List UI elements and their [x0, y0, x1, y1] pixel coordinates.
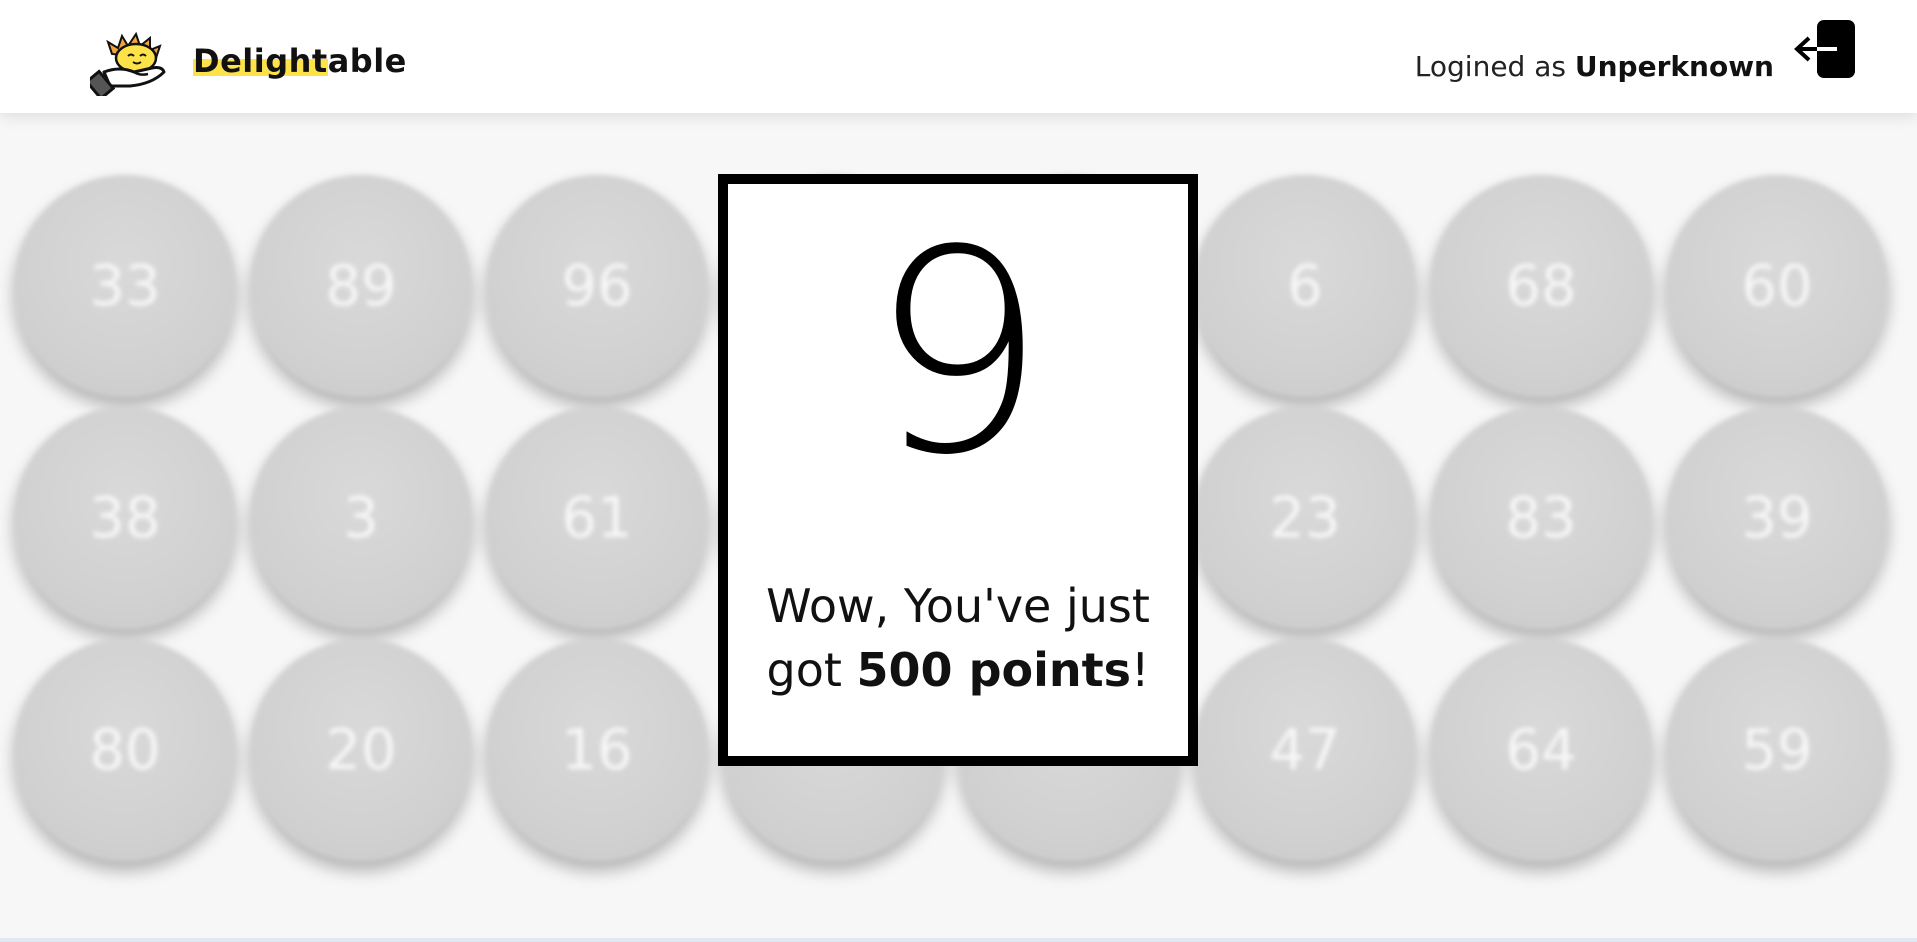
brand-name-highlight: Delight	[193, 42, 328, 80]
points-message: Wow, You've just got 500 points!	[728, 574, 1188, 702]
drawn-number: 9	[868, 191, 1048, 517]
bottom-divider	[0, 938, 1917, 942]
number-ball[interactable]: 68	[1430, 175, 1652, 397]
number-ball[interactable]: 61	[486, 407, 708, 629]
number-ball[interactable]: 80	[14, 639, 236, 861]
number-ball[interactable]: 38	[14, 407, 236, 629]
number-ball[interactable]: 96	[486, 175, 708, 397]
result-modal: 9 Wow, You've just got 500 points!	[718, 174, 1198, 766]
number-ball[interactable]: 60	[1666, 175, 1888, 397]
sun-hand-logo-icon	[90, 31, 166, 96]
number-ball[interactable]: 89	[250, 175, 472, 397]
number-ball[interactable]: 6	[1194, 175, 1416, 397]
number-ball[interactable]: 33	[14, 175, 236, 397]
number-ball[interactable]: 59	[1666, 639, 1888, 861]
number-ball[interactable]: 83	[1430, 407, 1652, 629]
logout-arrow-icon[interactable]	[1793, 18, 1857, 80]
number-ball[interactable]: 47	[1194, 639, 1416, 861]
brand-name[interactable]: Delightable	[193, 42, 407, 80]
number-ball[interactable]: 64	[1430, 639, 1652, 861]
points-message-suffix: !	[1131, 643, 1150, 697]
number-ball[interactable]: 20	[250, 639, 472, 861]
user-prefix: Logined as	[1414, 50, 1566, 83]
logged-in-user: Logined as Unperknown	[1415, 50, 1774, 83]
number-ball[interactable]: 16	[486, 639, 708, 861]
number-ball[interactable]: 39	[1666, 407, 1888, 629]
number-ball[interactable]: 23	[1194, 407, 1416, 629]
user-name: Unperknown	[1574, 50, 1774, 83]
top-header: Delightable Logined as Unperknown	[0, 0, 1917, 113]
brand-name-rest: able	[327, 42, 407, 80]
number-ball[interactable]: 3	[250, 407, 472, 629]
points-amount: 500 points	[856, 643, 1131, 697]
